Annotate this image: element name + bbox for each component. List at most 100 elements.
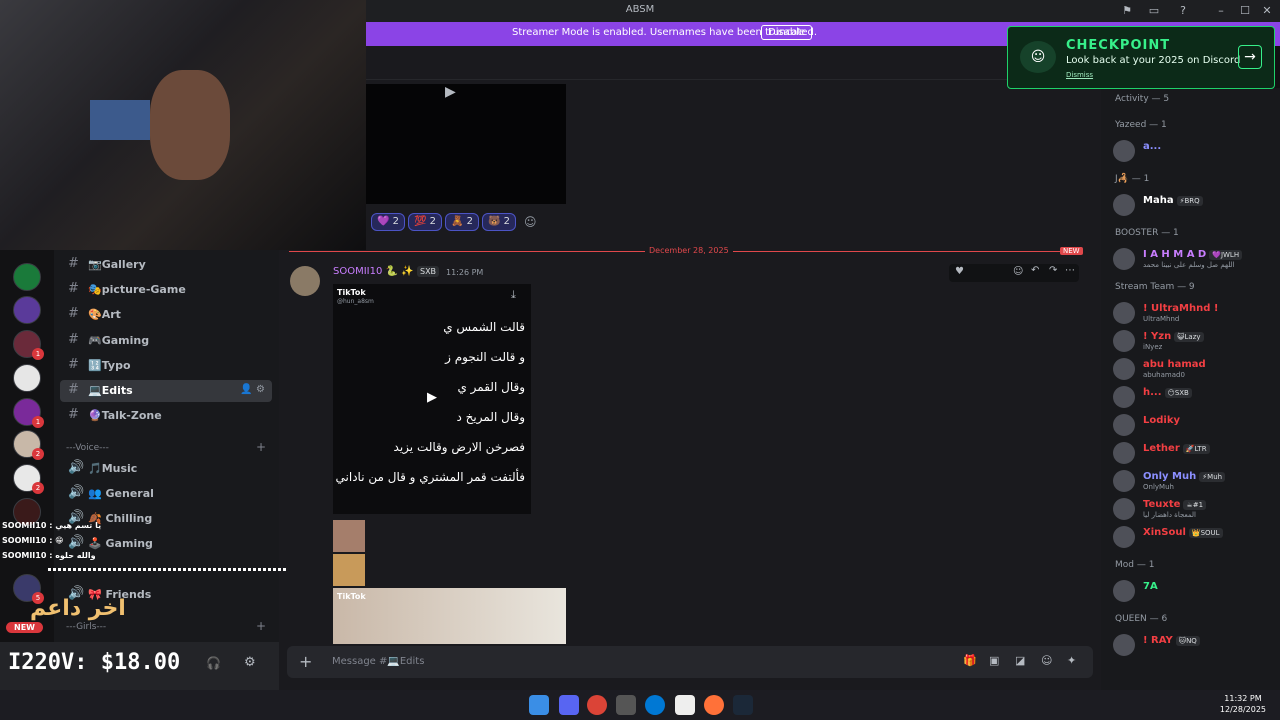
play-icon[interactable]: ▶ (427, 390, 437, 405)
member-group-header: Activity — 5 (1115, 94, 1170, 104)
server-icon[interactable] (13, 263, 41, 291)
server-icon[interactable] (13, 364, 41, 392)
guild-tag[interactable]: SXB (417, 266, 440, 277)
checkpoint-promo[interactable]: ☺ CHECKPOINT Look back at your 2025 on D… (1007, 26, 1275, 89)
voice-category[interactable]: ---Voice--- (66, 443, 109, 453)
member-row[interactable]: Lodiky (1111, 412, 1276, 438)
tiktok-handle: @hun_a8sm (337, 298, 374, 305)
member-row[interactable]: Maha ⚡BRQ (1111, 192, 1276, 218)
member-row[interactable]: ! UltraMhnd ! UltraMhnd (1111, 300, 1276, 326)
disable-streamer-mode-button[interactable]: Disable (761, 25, 813, 40)
guild-tag: 🐱NQ (1175, 636, 1200, 646)
member-row[interactable]: Lether 🚀LTR (1111, 440, 1276, 466)
add-reaction-icon[interactable]: ☺ (1013, 266, 1023, 277)
maximize-button[interactable]: ☐ (1234, 2, 1256, 20)
notes-icon[interactable] (675, 695, 695, 715)
avatar[interactable] (290, 266, 320, 296)
avatar (1113, 386, 1135, 408)
discord-taskbar-icon[interactable] (559, 695, 579, 715)
member-name: ! RAY 🐱NQ (1143, 635, 1200, 646)
member-row[interactable]: ! RAY 🐱NQ (1111, 632, 1276, 658)
message-input[interactable]: + Message #💻Edits 🎁 ▣ ◪ ☺ ✦ (287, 646, 1093, 678)
member-row[interactable]: a... (1111, 138, 1276, 164)
close-button[interactable]: ✕ (1256, 2, 1278, 20)
user-settings-icon[interactable]: ⚙ (244, 655, 256, 670)
divider-date: December 28, 2025 (645, 246, 733, 255)
message-author[interactable]: SOOMII10 🐍 ✨ (333, 266, 414, 277)
tiktok-video-embed[interactable]: TikTok (333, 588, 566, 644)
promo-subtitle: Look back at your 2025 on Discord (1066, 55, 1241, 66)
server-icon[interactable]: 1 (13, 330, 44, 360)
system-clock[interactable]: 11:32 PM 12/28/2025 (1220, 693, 1266, 715)
channel-gallery[interactable]: # 📷Gallery (60, 254, 272, 276)
sticker-image[interactable] (333, 520, 365, 552)
forward-icon[interactable]: ↷ (1049, 265, 1057, 276)
avatar (1113, 248, 1135, 270)
member-row[interactable]: Only Muh ⚡Muh OnlyMuh (1111, 468, 1276, 494)
voice-general[interactable]: 🔊 👥 General (60, 483, 272, 505)
member-row[interactable]: I A H M A D 💜JWLH اللهم صل وسلم على نبينا … (1111, 246, 1276, 272)
member-row[interactable]: ! Yzn 😺Lazy iNyez (1111, 328, 1276, 354)
reaction-bear[interactable]: 🐻 2 (482, 213, 517, 231)
download-icon[interactable]: ⤓ (511, 288, 516, 302)
member-row[interactable]: 7A (1111, 578, 1276, 604)
member-row[interactable]: Teuxte ☕#1 المعجاة داهضار ليا (1111, 496, 1276, 522)
minimize-button[interactable]: – (1210, 2, 1232, 20)
reaction-hundred[interactable]: 💯 2 (408, 213, 443, 231)
channel-art[interactable]: # 🎨Art (60, 304, 272, 326)
obs-icon[interactable] (616, 695, 636, 715)
channel-picture-game[interactable]: # 🎭picture-Game (60, 279, 272, 301)
reply-icon[interactable]: ↶ (1031, 265, 1039, 276)
react-heart-icon[interactable]: ♥ (955, 266, 964, 277)
channel-edits[interactable]: # 💻Edits 👤 ⚙ (60, 380, 272, 402)
firefox-icon[interactable] (704, 695, 724, 715)
help-icon[interactable]: ? (1172, 2, 1194, 20)
sticker-image[interactable] (333, 554, 365, 586)
promo-arrow-button[interactable]: → (1238, 45, 1262, 69)
add-reaction-icon[interactable]: ☺ (524, 215, 537, 229)
member-row[interactable]: h... 😶SXB (1111, 384, 1276, 410)
steam-icon[interactable] (733, 695, 753, 715)
lyric-line: قالت الشمس ي (443, 320, 525, 334)
member-row[interactable]: abu hamad abuhamad0 (1111, 356, 1276, 382)
add-channel-icon[interactable]: + (256, 619, 266, 633)
server-icon[interactable]: 2 (13, 464, 44, 494)
headset-icon[interactable]: 🎧 (206, 656, 221, 670)
add-channel-icon[interactable]: + (256, 440, 266, 454)
tiktok-video-embed[interactable]: TikTok @hun_a8sm ⤓ قالت الشمس ي و قالت ا… (333, 284, 531, 514)
inbox-flag-icon[interactable]: ⚑ (1116, 2, 1138, 20)
avatar (1113, 470, 1135, 492)
promo-dismiss[interactable]: Dismiss (1066, 71, 1093, 79)
invite-icon[interactable]: 👤 (240, 384, 252, 395)
gear-icon[interactable]: ⚙ (256, 384, 265, 395)
channel-talk-zone[interactable]: # 🔮Talk-Zone (60, 405, 272, 427)
apps-icon[interactable]: ✦ (1067, 654, 1076, 667)
voice-music[interactable]: 🔊 🎵Music (60, 458, 272, 480)
edge-icon[interactable] (645, 695, 665, 715)
channel-gaming[interactable]: # 🎮Gaming (60, 330, 272, 352)
girls-category[interactable]: ---Girls--- (66, 622, 106, 632)
server-icon[interactable]: 2 (13, 430, 44, 460)
inbox-icon[interactable]: ▭ (1143, 2, 1165, 20)
reaction-heart[interactable]: 💜 2 (371, 213, 406, 231)
stream-chat-line: SOOMII10 : 😁 (2, 536, 64, 545)
server-icon[interactable] (13, 296, 41, 324)
server-icon[interactable]: 1 (13, 398, 44, 428)
member-name: ! UltraMhnd ! (1143, 303, 1219, 314)
member-row[interactable]: XinSoul 👑SOUL (1111, 524, 1276, 550)
avatar (1113, 442, 1135, 464)
more-icon[interactable]: ⋯ (1065, 265, 1075, 276)
play-icon[interactable]: ▶ (445, 84, 456, 100)
avatar (1113, 302, 1135, 324)
chrome-icon[interactable] (587, 695, 607, 715)
start-icon[interactable] (529, 695, 549, 715)
emoji-icon[interactable]: ☺ (1041, 654, 1052, 667)
gif-icon[interactable]: ▣ (989, 654, 999, 667)
video-embed[interactable]: ▶ (365, 84, 566, 204)
channel-typo[interactable]: # 🔢Typo (60, 355, 272, 377)
sticker-icon[interactable]: ◪ (1015, 654, 1025, 667)
add-attachment-icon[interactable]: + (299, 652, 312, 671)
gift-icon[interactable]: 🎁 (963, 654, 977, 667)
avatar (1113, 194, 1135, 216)
reaction-teddy[interactable]: 🧸 2 (445, 213, 480, 231)
